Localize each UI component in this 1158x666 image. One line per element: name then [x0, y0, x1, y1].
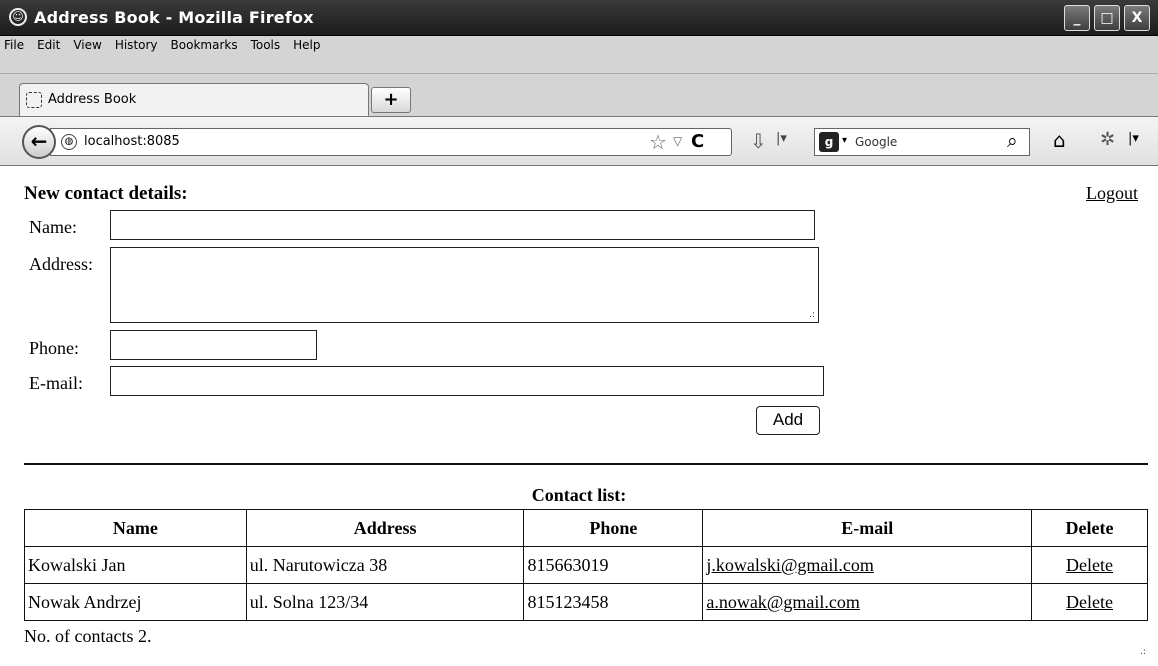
email-field[interactable]	[110, 366, 824, 396]
menu-edit[interactable]: Edit	[37, 38, 60, 52]
header-name: Name	[24, 509, 247, 547]
new-tab-button[interactable]: +	[371, 87, 411, 113]
resize-grip-icon[interactable]: .:	[809, 310, 815, 320]
contacts-table: Name Address Phone E-mail Delete Kowalsk…	[24, 509, 1148, 621]
table-row: Nowak Andrzej ul. Solna 123/34 815123458…	[24, 583, 1148, 621]
firefox-icon: ☺	[9, 8, 27, 26]
addon-dropdown-icon[interactable]: |▾	[1128, 131, 1139, 146]
address-field[interactable]: .:	[110, 247, 819, 323]
url-bar[interactable]: ◍ localhost:8085 ☆ ▽ C	[50, 128, 732, 156]
menu-tools[interactable]: Tools	[251, 38, 281, 52]
cell-email: a.nowak@gmail.com	[702, 583, 1033, 621]
star-icon[interactable]: ☆	[649, 130, 667, 154]
address-label: Address:	[29, 254, 93, 274]
download-dropdown-icon[interactable]: |▾	[776, 131, 787, 146]
cell-delete: Delete	[1031, 546, 1148, 584]
close-button[interactable]: X	[1124, 5, 1150, 31]
cell-address: ul. Narutowicza 38	[245, 546, 525, 584]
home-icon[interactable]: ⌂	[1053, 128, 1066, 152]
cell-phone: 815663019	[523, 546, 704, 584]
email-link[interactable]: j.kowalski@gmail.com	[706, 555, 874, 575]
menu-file[interactable]: File	[4, 38, 24, 52]
maximize-button[interactable]: □	[1094, 5, 1120, 31]
table-row: Kowalski Jan ul. Narutowicza 38 81566301…	[24, 546, 1148, 584]
contact-list-caption: Contact list:	[531, 485, 627, 505]
email-link[interactable]: a.nowak@gmail.com	[706, 592, 860, 612]
back-button[interactable]: ←	[22, 125, 56, 159]
delete-link[interactable]: Delete	[1066, 555, 1113, 575]
google-icon[interactable]: g	[819, 132, 839, 152]
cell-phone: 815123458	[523, 583, 704, 621]
header-email: E-mail	[702, 509, 1033, 547]
name-field[interactable]	[110, 210, 815, 240]
divider	[24, 463, 1148, 465]
header-delete: Delete	[1031, 509, 1148, 547]
menu-history[interactable]: History	[115, 38, 158, 52]
cell-email: j.kowalski@gmail.com	[702, 546, 1033, 584]
cell-name: Nowak Andrzej	[24, 583, 247, 621]
menu-view[interactable]: View	[73, 38, 101, 52]
menu-help[interactable]: Help	[293, 38, 320, 52]
cell-delete: Delete	[1031, 583, 1148, 621]
header-address: Address	[245, 509, 525, 547]
addon-icon[interactable]: ✲	[1100, 129, 1115, 150]
page-icon	[26, 92, 42, 108]
header-phone: Phone	[523, 509, 704, 547]
window-title: Address Book - Mozilla Firefox	[34, 8, 314, 27]
phone-field[interactable]	[110, 330, 317, 360]
menu-bar: File Edit View History Bookmarks Tools H…	[0, 36, 1158, 74]
add-button[interactable]: Add	[756, 406, 820, 435]
magnifier-icon[interactable]: ⌕	[1007, 130, 1018, 152]
reload-icon[interactable]: C	[691, 131, 704, 152]
title-bar: ☺ Address Book - Mozilla Firefox _ □ X	[0, 0, 1158, 36]
page-content: New contact details: Logout Name: Addres…	[0, 167, 1158, 666]
navigation-bar: ◍ localhost:8085 ☆ ▽ C ← ⇩ |▾ g ▾ Google…	[0, 116, 1158, 166]
cell-name: Kowalski Jan	[24, 546, 247, 584]
globe-icon: ◍	[61, 134, 77, 150]
url-text: localhost:8085	[84, 134, 180, 149]
download-icon[interactable]: ⇩	[750, 129, 767, 153]
name-label: Name:	[29, 217, 77, 237]
search-bar[interactable]: g ▾ Google ⌕	[814, 128, 1030, 156]
engine-dropdown-icon[interactable]: ▾	[842, 135, 847, 146]
tab-label: Address Book	[48, 92, 137, 107]
table-header-row: Name Address Phone E-mail Delete	[24, 509, 1148, 547]
search-placeholder: Google	[855, 135, 898, 149]
email-label: E-mail:	[29, 373, 83, 393]
history-dropdown-icon[interactable]: ▽	[673, 134, 682, 148]
contact-count: No. of contacts 2.	[24, 626, 152, 646]
phone-label: Phone:	[29, 338, 80, 358]
tab-address-book[interactable]: Address Book	[19, 83, 369, 116]
form-heading: New contact details:	[24, 183, 188, 204]
cell-address: ul. Solna 123/34	[245, 583, 525, 621]
menu-bookmarks[interactable]: Bookmarks	[171, 38, 238, 52]
logout-link[interactable]: Logout	[1086, 183, 1138, 204]
delete-link[interactable]: Delete	[1066, 592, 1113, 612]
minimize-button[interactable]: _	[1064, 5, 1090, 31]
window-resize-grip-icon[interactable]: .:	[1140, 647, 1146, 657]
